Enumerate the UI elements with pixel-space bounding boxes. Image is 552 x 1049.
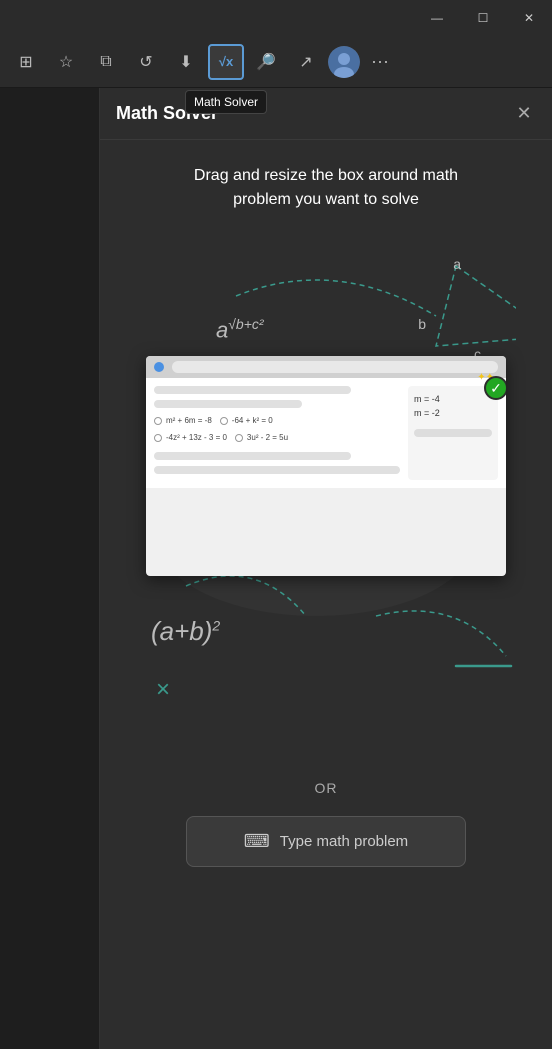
close-button[interactable]: ✕	[506, 0, 552, 36]
type-math-label: Type math problem	[280, 833, 408, 850]
mockup-radio	[220, 417, 228, 425]
content-area: Math Solver ✕ Drag and resize the box ar…	[0, 88, 552, 1049]
mockup-math-row: m² + 6m = -8 -64 + k² = 0	[154, 416, 400, 425]
title-bar-controls: — ☐ ✕	[414, 0, 552, 36]
keyboard-icon: ⌨	[244, 831, 270, 852]
mockup-line	[154, 452, 351, 460]
triangle-label-b: b	[418, 316, 426, 332]
panel-title: Math Solver	[116, 103, 218, 124]
mockup-line	[154, 400, 302, 408]
downloads-icon[interactable]: ⬇	[168, 44, 204, 80]
math-solver-toolbar-icon[interactable]: √x Math Solver	[208, 44, 244, 80]
mockup-titlebar	[146, 356, 506, 378]
minimize-button[interactable]: —	[414, 0, 460, 36]
success-icon: ✓	[484, 376, 506, 400]
more-options-button[interactable]: ···	[364, 46, 396, 78]
mockup-result-text: m = -4 m = -2	[414, 392, 492, 421]
user-avatar[interactable]	[328, 46, 360, 78]
mockup-radio	[154, 417, 162, 425]
collections-icon[interactable]: ⧉	[88, 44, 124, 80]
mockup-math-row: -4z² + 13z - 3 = 0 3u² - 2 = 5u	[154, 433, 400, 442]
sqrt-formula: a√b+c²	[216, 316, 264, 343]
ab-formula: (a+b)2	[151, 616, 220, 647]
mockup-math-cell: -64 + k² = 0	[220, 416, 273, 425]
mockup-math-cell: 3u² - 2 = 5u	[235, 433, 288, 442]
instruction-text: Drag and resize the box around math prob…	[166, 164, 486, 212]
mockup-line	[154, 386, 351, 394]
mockup-math-cell: m² + 6m = -8	[154, 416, 212, 425]
history-icon[interactable]: ↺	[128, 44, 164, 80]
or-divider: OR	[315, 780, 338, 796]
sidebar	[0, 88, 100, 1049]
math-illustration: ÷ a√b+c² × (a+b)2 a b c	[136, 236, 516, 756]
panel-header: Math Solver ✕	[100, 88, 552, 140]
panel-body: Drag and resize the box around math prob…	[100, 140, 552, 1049]
triangle-label-a: a	[453, 256, 461, 272]
mockup-body: m² + 6m = -8 -64 + k² = 0 -4	[146, 378, 506, 488]
browser-toolbar: ⊞ ☆ ⧉ ↺ ⬇ √x Math Solver 🔎 ↗ ···	[0, 36, 552, 88]
panel-close-button[interactable]: ✕	[508, 98, 540, 130]
mockup-radio	[154, 434, 162, 442]
mockup-line	[154, 466, 400, 474]
extensions-icon[interactable]: ⊞	[8, 44, 44, 80]
share-icon[interactable]: ↗	[288, 44, 324, 80]
title-bar: — ☐ ✕	[0, 0, 552, 36]
math-solver-panel: Math Solver ✕ Drag and resize the box ar…	[100, 88, 552, 1049]
mockup-radio	[235, 434, 243, 442]
mockup-math-cell: -4z² + 13z - 3 = 0	[154, 433, 227, 442]
mockup-result-line	[414, 429, 492, 437]
mockup-left: m² + 6m = -8 -64 + k² = 0 -4	[154, 386, 400, 480]
type-math-button[interactable]: ⌨ Type math problem	[186, 816, 466, 867]
screenshot-mockup: m² + 6m = -8 -64 + k² = 0 -4	[146, 356, 506, 576]
mockup-dot	[154, 362, 164, 372]
browser-lens-icon[interactable]: 🔎	[248, 44, 284, 80]
maximize-button[interactable]: ☐	[460, 0, 506, 36]
multiply-symbol: ×	[156, 676, 170, 704]
mockup-addressbar	[172, 361, 498, 373]
favorites-icon[interactable]: ☆	[48, 44, 84, 80]
mockup-right: ✦✦ ✓ m = -4 m = -2	[408, 386, 498, 480]
